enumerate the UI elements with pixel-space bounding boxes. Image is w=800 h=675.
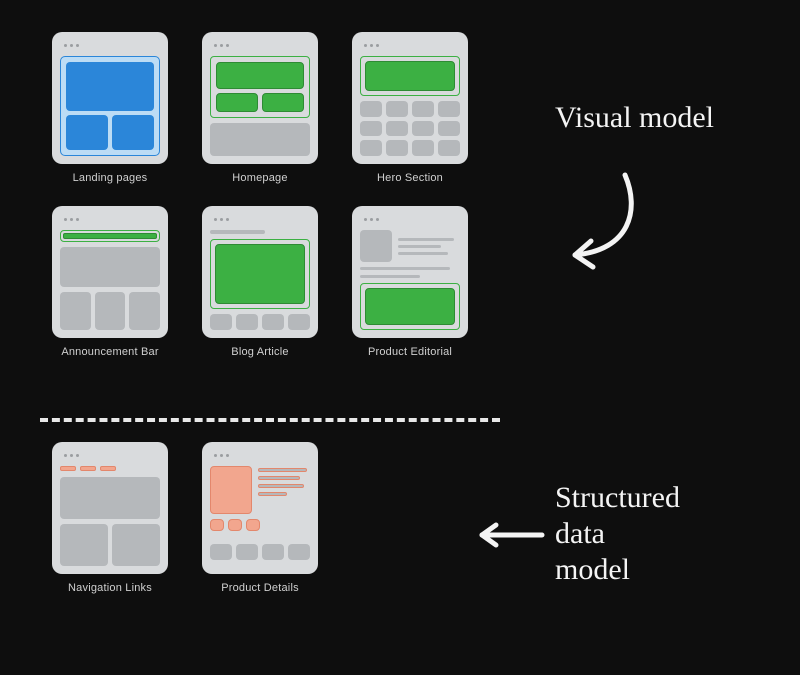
card-product-details: [202, 442, 318, 574]
cell-navigation-links: Navigation Links: [46, 442, 174, 606]
diagram-canvas: Landing pages: [0, 0, 800, 675]
card-label: Product Editorial: [368, 346, 452, 362]
card-label: Homepage: [232, 172, 287, 188]
card-label: Navigation Links: [68, 582, 152, 598]
visual-model-grid: Landing pages: [46, 32, 474, 370]
cell-landing-pages: Landing pages: [46, 32, 174, 196]
card-label: Landing pages: [73, 172, 148, 188]
cell-blog-article: Blog Article: [196, 206, 324, 370]
cell-homepage: Homepage: [196, 32, 324, 196]
heading-structured-data-model: Structured data model: [555, 480, 680, 588]
cell-announcement-bar: Announcement Bar: [46, 206, 174, 370]
card-product-editorial: [352, 206, 468, 338]
card-label: Hero Section: [377, 172, 443, 188]
card-label: Product Details: [221, 582, 299, 598]
card-label: Announcement Bar: [61, 346, 158, 362]
structured-data-grid: Navigation Links: [46, 442, 324, 606]
card-landing-pages: [52, 32, 168, 164]
card-navigation-links: [52, 442, 168, 574]
heading-visual-model: Visual model: [555, 100, 714, 136]
cell-product-details: Product Details: [196, 442, 324, 606]
card-label: Blog Article: [231, 346, 288, 362]
left-arrow-icon: [470, 520, 550, 550]
curved-arrow-icon: [545, 165, 665, 285]
card-hero-section: [352, 32, 468, 164]
section-divider: [40, 418, 500, 422]
card-homepage: [202, 32, 318, 164]
card-announcement-bar: [52, 206, 168, 338]
cell-hero-section: Hero Section: [346, 32, 474, 196]
card-blog-article: [202, 206, 318, 338]
cell-product-editorial: Product Editorial: [346, 206, 474, 370]
